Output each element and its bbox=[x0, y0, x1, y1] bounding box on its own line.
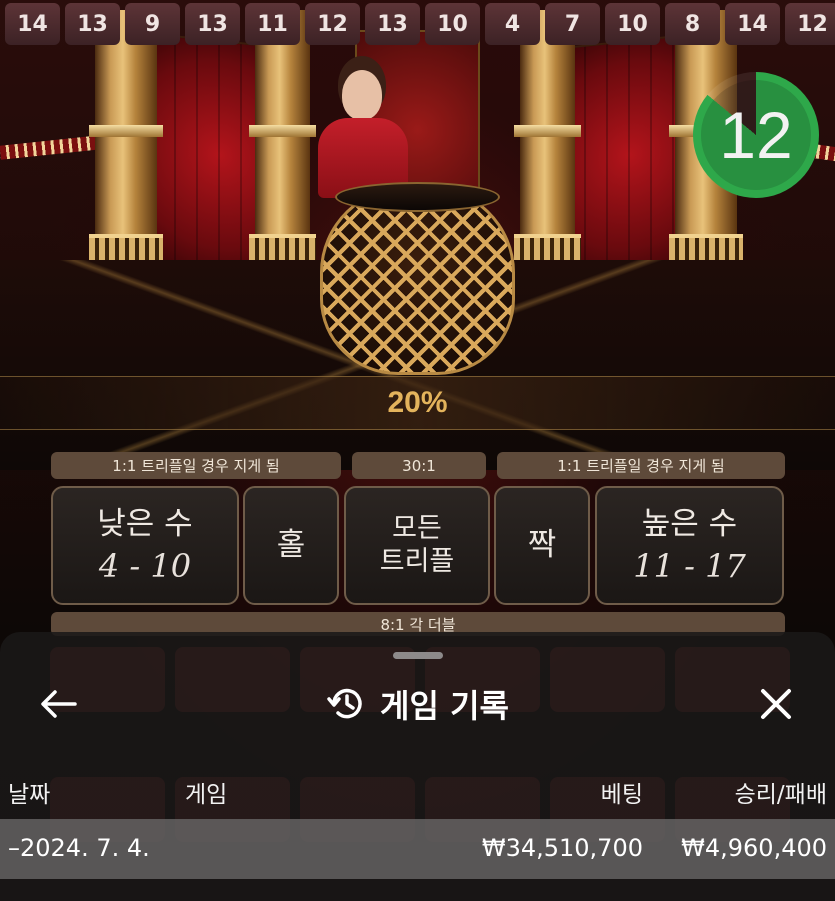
result-tile: 12 bbox=[785, 3, 835, 45]
result-tile: 11 bbox=[245, 3, 300, 45]
result-tile: 14 bbox=[5, 3, 60, 45]
dice-shaker bbox=[320, 185, 515, 375]
bet-small[interactable]: 낮은 수 4 - 10 bbox=[51, 486, 239, 605]
bet-big-title: 높은 수 bbox=[641, 505, 738, 542]
bet-any-triple[interactable]: 모든 트리플 bbox=[344, 486, 490, 605]
close-icon bbox=[761, 689, 791, 719]
back-button[interactable] bbox=[30, 676, 86, 732]
column-win-loss: 승리/패배 bbox=[734, 782, 827, 808]
payout-low-label: 1:1 트리플일 경우 지게 됨 bbox=[51, 452, 341, 479]
bet-even-title: 짝 bbox=[527, 526, 557, 563]
result-tile: 8 bbox=[665, 3, 720, 45]
gold-pillar bbox=[89, 10, 163, 280]
close-button[interactable] bbox=[748, 676, 804, 732]
bet-small-range: 4 - 10 bbox=[98, 547, 192, 586]
history-table-header: 날짜 게임 베팅 승리/패배 bbox=[0, 767, 835, 811]
drag-handle[interactable] bbox=[393, 652, 443, 659]
result-tile: 12 bbox=[305, 3, 360, 45]
countdown-timer: 12 bbox=[693, 72, 819, 198]
result-tile: 13 bbox=[185, 3, 240, 45]
bet-big[interactable]: 높은 수 11 - 17 bbox=[595, 486, 784, 605]
results-history-strip: 14 13 9 13 11 12 13 10 4 7 10 8 14 12 bbox=[5, 3, 835, 45]
result-tile: 9 bbox=[125, 3, 180, 45]
bet-any-triple-line2: 트리플 bbox=[379, 545, 455, 577]
table-row[interactable]: –2024. 7. 4. ₩34,510,700 ₩4,960,400 bbox=[0, 819, 835, 879]
column-game: 게임 bbox=[185, 782, 228, 808]
bet-odd-title: 홀 bbox=[276, 526, 306, 563]
result-tile: 10 bbox=[425, 3, 480, 45]
result-tile: 13 bbox=[365, 3, 420, 45]
result-tile: 7 bbox=[545, 3, 600, 45]
bet-even[interactable]: 짝 bbox=[494, 486, 590, 605]
column-bet: 베팅 bbox=[600, 782, 643, 808]
result-tile: 4 bbox=[485, 3, 540, 45]
row-bet-amount: ₩34,510,700 bbox=[481, 834, 643, 862]
dice-shaker-cap bbox=[335, 182, 500, 212]
dealer bbox=[342, 70, 382, 120]
payout-high-label: 1:1 트리플일 경우 지게 됨 bbox=[497, 452, 785, 479]
multiplier-text: 20% bbox=[387, 386, 448, 419]
result-tile: 13 bbox=[65, 3, 120, 45]
column-date: 날짜 bbox=[8, 782, 51, 808]
light-rail bbox=[0, 134, 111, 160]
bet-big-range: 11 - 17 bbox=[633, 547, 746, 586]
bet-odd[interactable]: 홀 bbox=[243, 486, 339, 605]
payout-triple-label: 30:1 bbox=[352, 452, 486, 479]
result-tile: 14 bbox=[725, 3, 780, 45]
game-history-sheet: 게임 기록 날짜 게임 베팅 승리/패배 –2024. 7. 4. ₩34,51… bbox=[0, 632, 835, 901]
multiplier-bar: 20% bbox=[0, 376, 835, 430]
timer-value: 12 bbox=[701, 80, 811, 190]
bet-any-triple-line1: 모든 bbox=[392, 513, 442, 545]
result-tile: 10 bbox=[605, 3, 660, 45]
row-win-amount: ₩4,960,400 bbox=[681, 834, 827, 862]
gold-pillar bbox=[249, 10, 316, 280]
bet-small-title: 낮은 수 bbox=[97, 505, 193, 542]
row-date: –2024. 7. 4. bbox=[8, 834, 150, 862]
arrow-left-icon bbox=[41, 690, 77, 718]
gold-pillar bbox=[514, 10, 581, 280]
